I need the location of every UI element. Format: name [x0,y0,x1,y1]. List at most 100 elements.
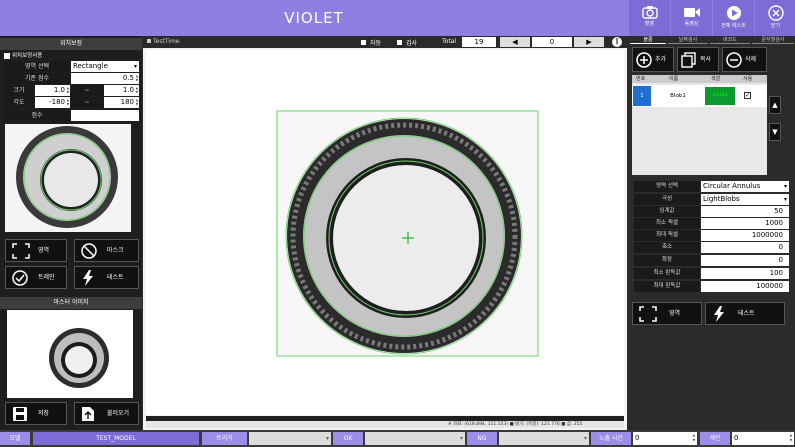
checkbox-box[interactable] [361,40,366,45]
header-use: 사용 [743,76,753,82]
prop-threshold-input[interactable]: 50 [701,206,789,217]
prop-min-pixel-input[interactable]: 1000 [701,218,789,229]
prop-label-threshold: 임계값 [634,206,700,217]
save-button[interactable]: 저장 [5,402,67,425]
close-button[interactable]: 닫기 [755,0,795,36]
ng-select[interactable]: ▾ [499,432,589,445]
capture-label: 촬영 [644,21,655,27]
region-label: 영역 [38,247,50,254]
row-no: 1 [633,86,651,106]
table-row[interactable]: 1 Blob1 23334 ✓ [632,85,767,107]
save-label: 저장 [38,410,50,417]
prop-label-region: 영역 선택 [634,181,700,192]
angle-max-value: 180 [120,98,134,106]
test-button[interactable]: 테스트 [74,266,139,289]
use-position-checkbox[interactable]: 위치보정사용 [4,52,104,60]
add-button[interactable]: 추가 [632,47,674,72]
load-label: 불러오기 [107,410,130,417]
chevron-down-icon[interactable]: ▾ [326,432,329,445]
spinner-icon[interactable]: ▲ ▼ [693,433,695,443]
prop-polarity-select[interactable]: LightBlobs ▾ [701,194,789,205]
prop-min-read-input[interactable]: 100 [701,268,789,279]
move-down-button[interactable]: ▼ [769,123,781,141]
chevron-down-icon[interactable]: ▾ [460,432,463,445]
test-label: 테스트 [738,310,755,317]
test-all-button[interactable]: 전체 테스트 [713,0,754,36]
ok-label: OK [333,432,363,445]
chevron-down-icon[interactable]: ▾ [784,194,787,205]
template-region-button[interactable]: 영역 [5,239,67,262]
checkbox-box[interactable] [397,40,402,45]
inspect-checkbox[interactable]: 검사 [397,38,417,47]
prop-expand-input[interactable]: 0 [701,255,789,266]
chevron-down-icon[interactable]: ▾ [584,432,587,445]
size-max-value: 1.0 [122,86,134,94]
region-select[interactable]: Rectangle [71,61,139,72]
angle-min-input[interactable]: -180 ▲ ▼ [35,97,70,108]
mask-button[interactable]: 마스크 [74,239,139,262]
tab-string-inspect[interactable]: 문자열검사 [752,36,794,44]
pause-icon[interactable]: ‖ [612,37,622,47]
lightning-icon [83,270,93,286]
capture-button[interactable]: 촬영 [629,0,670,36]
tab-barcode[interactable]: 바코드 [710,36,750,44]
row-use-checkbox[interactable]: ✓ [744,92,751,99]
tab-date-inspect[interactable]: 날짜검사 [668,36,708,44]
move-up-button[interactable]: ▲ [769,96,781,114]
size-min-input[interactable]: 1.0 ▲ ▼ [35,85,70,96]
master-image-title: 마스터 이미지 [0,297,142,309]
ok-select[interactable]: ▾ [365,432,465,445]
position-correction-panel: 위치보정 위치보정사용 영역 선택 Rectangle 기준 점수 0.5▲▼ … [0,36,142,430]
close-label: 닫기 [770,23,781,29]
tab-blob[interactable]: 블롭 [630,36,666,44]
copy-icon [681,52,696,68]
angle-label: 각도 [4,97,34,108]
camera-icon [641,6,658,19]
canvas-scrollbar[interactable]: # 좌표: (618.894, 111.553) ■ 밝기: (측정): 121… [146,416,624,428]
score-input[interactable]: 0.5 ▲ ▼ [71,73,139,84]
next-button[interactable]: ▶ [574,37,604,47]
viewer-toolbar: TestTime 자동 검사 Total 19 ◀ 0 ▶ ‖ [143,36,627,48]
lightning-icon [714,306,724,322]
ng-label: NG [467,432,497,445]
prop-shrink-input[interactable]: 0 [701,242,789,253]
angle-max-input[interactable]: 180 ▲ ▼ [104,97,139,108]
prop-region-select[interactable]: Circular Annulus ▾ [701,181,789,192]
range-separator: ~ [71,97,103,108]
close-icon [767,5,784,21]
load-button[interactable]: 불러오기 [74,402,139,425]
gain-input[interactable]: 0 ▲ ▼ [732,432,794,445]
delete-button[interactable]: 삭제 [722,47,767,72]
train-button[interactable]: 트레인 [5,266,67,289]
prop-max-read-input[interactable]: 100000 [701,281,789,292]
chevron-down-icon[interactable]: ▾ [784,181,787,192]
checkbox-box[interactable] [4,52,10,59]
spinner-icon[interactable]: ▲ ▼ [136,86,138,94]
nav-value[interactable]: 0 [532,37,572,47]
blob-region-button[interactable]: 영역 [632,302,702,325]
auto-checkbox[interactable]: 자동 [361,38,381,47]
spinner-icon[interactable]: ▲ ▼ [790,433,792,443]
row-color-swatch[interactable]: 23334 [705,87,735,105]
inspection-canvas[interactable] [146,50,624,415]
gain-value: 0 [734,434,739,442]
prop-label-min-pixel: 최소 픽셀 [634,218,700,229]
spinner-icon[interactable]: ▲ ▼ [67,98,69,106]
spinner-icon[interactable]: ▲ ▼ [67,86,69,94]
checkbox-label: 위치보정사용 [12,53,43,59]
spinner-icon[interactable]: ▲ ▼ [136,98,138,106]
trigger-select[interactable]: ▾ [249,432,331,445]
spinner-icon[interactable]: ▲ ▼ [136,74,138,82]
window-label-text: TestTime [153,38,180,45]
size-max-input[interactable]: 1.0 ▲ ▼ [104,85,139,96]
result-score-value [71,110,139,121]
blob-test-button[interactable]: 테스트 [705,302,785,325]
prev-button[interactable]: ◀ [500,37,530,47]
master-image [7,310,133,398]
prop-max-pixel-input[interactable]: 1000000 [701,230,789,241]
template-image [5,124,131,232]
copy-button[interactable]: 복사 [677,47,719,72]
exposure-input[interactable]: 0 ▲ ▼ [633,432,697,445]
video-button[interactable]: 동영상 [671,0,712,36]
region-select-label: 영역 선택 [4,61,70,72]
